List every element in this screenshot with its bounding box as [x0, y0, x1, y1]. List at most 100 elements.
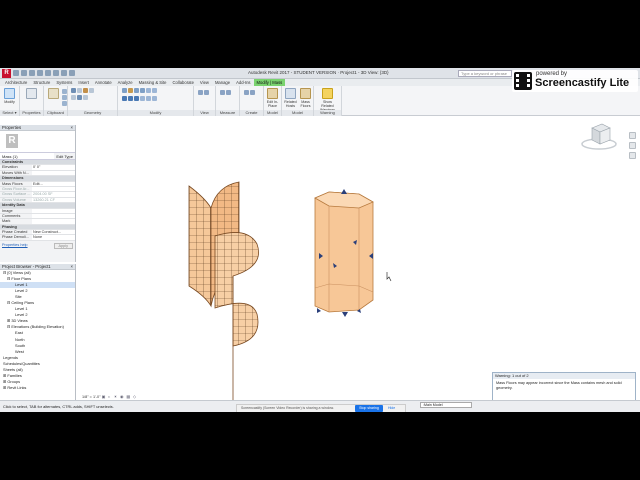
screencastify-watermark: powered by Screencastify Lite	[512, 70, 638, 92]
properties-help-link[interactable]: Properties help	[2, 243, 28, 249]
view-scale[interactable]: 1/8" = 1'-0"	[82, 395, 101, 399]
array-icon[interactable]	[146, 96, 151, 101]
save-icon[interactable]	[21, 70, 27, 76]
cope-icon[interactable]	[71, 88, 76, 93]
properties-panel: Properties	[20, 86, 44, 116]
hexagonal-mass[interactable]	[314, 189, 374, 317]
model-selector[interactable]: :Main Model	[420, 402, 472, 408]
close-icon[interactable]: ×	[71, 264, 73, 270]
join-icon[interactable]	[83, 88, 88, 93]
paste-button[interactable]	[46, 88, 61, 100]
stop-sharing-button[interactable]: Stop sharing	[355, 405, 383, 412]
warning-panel: Show Related Warnings Warning	[314, 86, 342, 116]
tab-massing-site[interactable]: Massing & Site	[136, 79, 170, 86]
mirror-draw-icon[interactable]	[140, 88, 145, 93]
rotate-icon[interactable]	[134, 96, 139, 101]
property-value[interactable]	[32, 219, 75, 224]
property-value[interactable]: None	[32, 235, 75, 240]
create-group-icon[interactable]	[250, 90, 255, 95]
apply-button[interactable]: Apply	[53, 242, 73, 249]
trim-icon[interactable]	[152, 88, 157, 93]
tab-systems[interactable]: Systems	[53, 79, 75, 86]
tab-insert[interactable]: Insert	[75, 79, 91, 86]
property-name: Gross Floor Ar...	[2, 186, 30, 191]
text-icon[interactable]	[61, 70, 67, 76]
revit-window: R Autodesk Revit 2017 - STUDENT VERSION …	[0, 68, 640, 412]
instance-filter[interactable]: Mass (1)	[0, 153, 55, 159]
override-icon[interactable]	[204, 90, 209, 95]
view-control-icons[interactable]: ▣ ◐ ☀ ◉ ▦ ◇	[102, 395, 137, 399]
dimension-icon[interactable]	[226, 90, 231, 95]
type-selector[interactable]: R	[0, 131, 75, 153]
split-icon[interactable]	[146, 88, 151, 93]
app-menu-button[interactable]: R	[2, 69, 11, 78]
wall-joins-icon[interactable]	[89, 88, 94, 93]
paint-icon[interactable]	[77, 95, 82, 100]
copy-element-icon[interactable]	[128, 96, 133, 101]
tab-annotate[interactable]: Annotate	[92, 79, 115, 86]
redo-icon[interactable]	[37, 70, 43, 76]
create-parts-icon[interactable]	[244, 90, 249, 95]
align-icon[interactable]	[122, 88, 127, 93]
cut-icon[interactable]	[62, 89, 67, 94]
scale-icon[interactable]	[152, 96, 157, 101]
measure-tool-icon[interactable]	[220, 90, 225, 95]
pan-icon[interactable]	[629, 152, 636, 159]
property-value[interactable]: Edit...	[32, 181, 75, 186]
property-value[interactable]	[32, 213, 75, 219]
move-icon[interactable]	[122, 96, 127, 101]
edit-in-place-button[interactable]: Edit In-Place	[265, 88, 280, 108]
hide-button[interactable]: Hide	[388, 405, 395, 412]
zoom-icon[interactable]	[629, 142, 636, 149]
modify-button[interactable]: Modify	[2, 88, 17, 104]
match-icon[interactable]	[62, 101, 67, 106]
property-value[interactable]	[32, 170, 75, 176]
demolish-icon[interactable]	[83, 95, 88, 100]
tab-structure[interactable]: Structure	[30, 79, 53, 86]
cut-geometry-icon[interactable]	[77, 88, 82, 93]
select-panel: Modify Select ▾	[0, 86, 20, 116]
tab-architecture[interactable]: Architecture	[2, 79, 30, 86]
measure-icon[interactable]	[53, 70, 59, 76]
property-name: Mass Floors	[2, 181, 23, 186]
browser-item[interactable]: ⊟ Elevations (Building Elevation)	[0, 324, 75, 330]
undo-icon[interactable]	[29, 70, 35, 76]
tab-view[interactable]: View	[197, 79, 212, 86]
open-icon[interactable]	[13, 70, 19, 76]
copy-icon[interactable]	[62, 95, 67, 100]
instance-filter-row: Mass (1) Edit Type	[0, 153, 75, 160]
panel-label-clipboard: Clipboard	[44, 110, 67, 116]
tab-collaborate[interactable]: Collaborate	[170, 79, 197, 86]
viewcube-icon[interactable]	[580, 122, 618, 152]
properties-button[interactable]	[24, 88, 39, 100]
related-hosts-button[interactable]: Related Hosts	[283, 88, 298, 108]
hide-icon[interactable]	[198, 90, 203, 95]
tab-add-ins[interactable]: Add-Ins	[233, 79, 253, 86]
viewcube[interactable]	[580, 122, 618, 154]
show-warnings-button[interactable]: Show Related Warnings	[320, 88, 335, 112]
properties-grid: Constraints Elevation 0' 0" Moves With N...…	[0, 160, 75, 241]
tab-modify-mass[interactable]: Modify | Mass	[253, 79, 286, 86]
offset-icon[interactable]	[128, 88, 133, 93]
browser-item[interactable]: ⊞ Revit Links	[0, 385, 75, 391]
property-name: Image	[2, 208, 13, 213]
tab-analyze[interactable]: Analyze	[115, 79, 136, 86]
create-panel: Create	[240, 86, 264, 116]
property-value[interactable]: New Construct...	[32, 230, 75, 235]
search-input[interactable]: Type a keyword or phrase	[458, 70, 512, 77]
mirror-icon[interactable]	[134, 88, 139, 93]
print-icon[interactable]	[45, 70, 51, 76]
steering-wheel-icon[interactable]	[629, 132, 636, 139]
property-value[interactable]: 0' 0"	[32, 165, 75, 170]
tab-manage[interactable]: Manage	[212, 79, 233, 86]
split-face-icon[interactable]	[71, 95, 76, 100]
3d-viewport[interactable]	[77, 116, 640, 406]
property-name: Moves With N...	[2, 170, 29, 175]
3d-view-icon[interactable]	[69, 70, 75, 76]
mass-floors-button[interactable]: Mass Floors	[298, 88, 313, 108]
trim-extend-icon[interactable]	[140, 96, 145, 101]
edit-type-button[interactable]: Edit Type	[54, 153, 75, 159]
curved-mesh-mass[interactable]	[188, 181, 259, 406]
property-value[interactable]	[32, 208, 75, 213]
property-value: 13260.21 CF	[32, 197, 75, 203]
